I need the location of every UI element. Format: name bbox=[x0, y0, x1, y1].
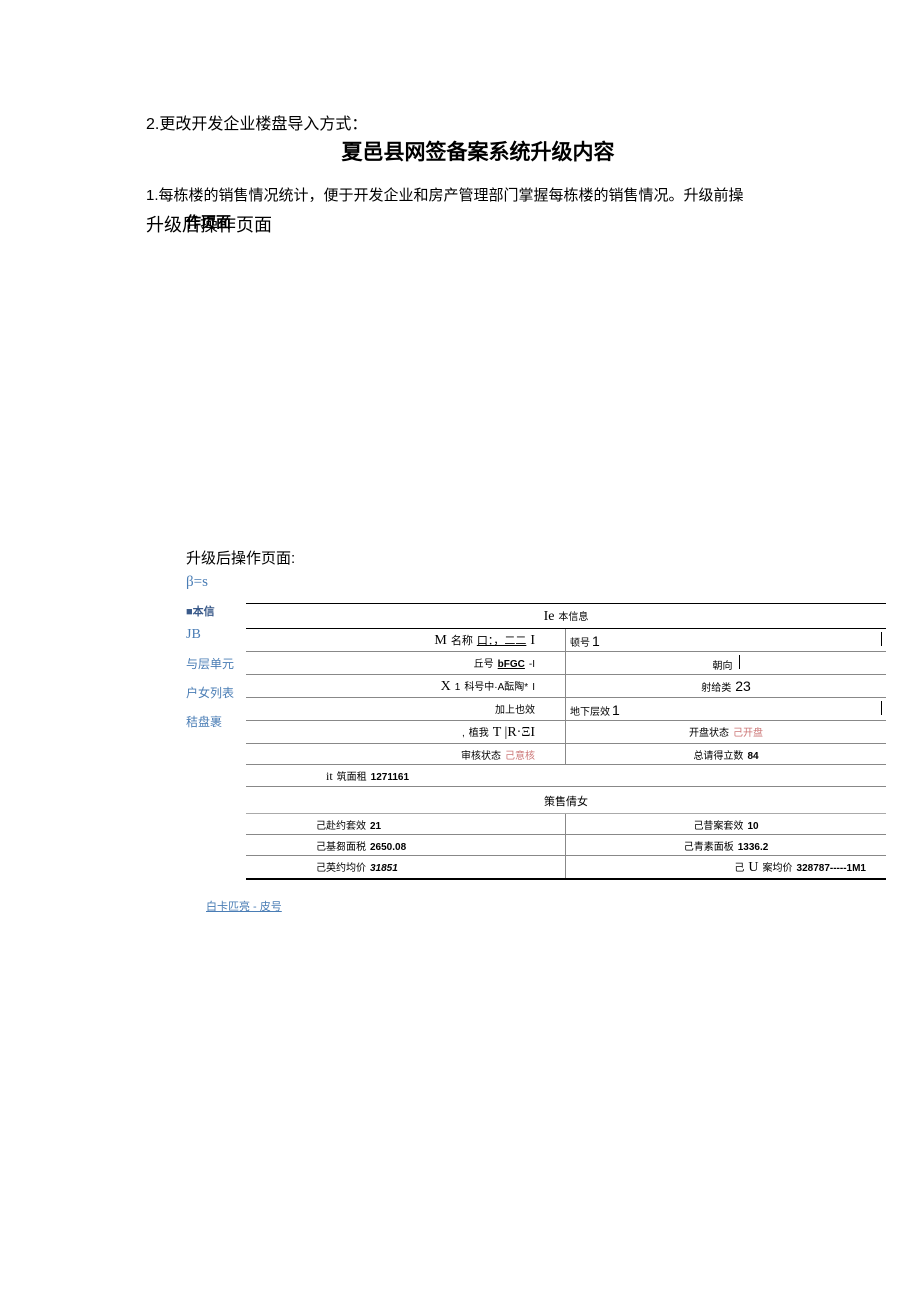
lbl: 丘号 bbox=[474, 655, 494, 670]
cell-building-area: it 筑面租 1271161 bbox=[246, 765, 566, 786]
cell-building-no: 顿号 1 bbox=[566, 629, 886, 651]
cell-empty bbox=[566, 765, 886, 786]
comma: , bbox=[462, 728, 465, 739]
beta-symbol: β=s bbox=[186, 574, 860, 591]
lbl: X bbox=[441, 679, 451, 695]
val: bFGC bbox=[498, 659, 525, 670]
rlbl: 地下层效 bbox=[570, 703, 610, 718]
grid-main: Ie 本信息 M 名称 口：，二二 I 顿号 1 bbox=[246, 603, 886, 880]
rlbl: 己昔案套效 bbox=[693, 817, 743, 832]
sidebar-item-basic[interactable]: ■本信 bbox=[186, 603, 246, 619]
rlbl: 总请得立数 bbox=[693, 747, 743, 762]
cell-filed-area: 己青素面板 1336.2 bbox=[566, 835, 886, 855]
cell-audit-status: 审核状态 己意核 bbox=[246, 744, 566, 764]
lbl: 筑面租 bbox=[337, 768, 367, 783]
paragraph-line-overlap: 升级后操作页面 作页面 bbox=[146, 211, 860, 237]
info-row: 审核状态 己意核 总请得立数 84 bbox=[246, 744, 886, 765]
sidebar-item-household-list[interactable]: 户女列表 bbox=[186, 684, 246, 701]
cell-filed-avg-price: 己 U 案均价 328787-----1M1 bbox=[566, 856, 886, 878]
header-ie: Ie bbox=[544, 609, 555, 624]
rval: 1 bbox=[592, 633, 600, 649]
document-title: 夏邑县网签备案系统升级内容 bbox=[96, 136, 860, 166]
cell-name: M 名称 口：，二二 I bbox=[246, 629, 566, 651]
lbl-suffix: 名称 bbox=[451, 632, 473, 648]
sub: 1 bbox=[455, 682, 461, 693]
cell-ke-no: X 1 科号中·A酝陶* I bbox=[246, 675, 566, 697]
after-upgrade-label: 升级后操作页面: bbox=[186, 547, 860, 568]
rval: 84 bbox=[747, 751, 758, 762]
rlbl-u: U bbox=[748, 860, 758, 876]
val: 己意核 bbox=[505, 747, 535, 762]
val: 2650.08 bbox=[370, 842, 406, 853]
val: 31851 bbox=[370, 863, 398, 874]
rval: 己开盘 bbox=[733, 724, 763, 739]
lbl: 审核状态 bbox=[461, 747, 501, 762]
lbl: 己英约均价 bbox=[316, 859, 366, 874]
rval: 328787-----1M1 bbox=[797, 863, 866, 874]
rlbl: 己青素面板 bbox=[684, 838, 734, 853]
cell-underground-floors: 地下层效 1 bbox=[566, 698, 886, 720]
info-row: M 名称 口：，二二 I 顿号 1 bbox=[246, 629, 886, 652]
info-row: 加上也效 地下层效 1 bbox=[246, 698, 886, 721]
val-underline: 口：，二二 bbox=[477, 632, 527, 648]
info-grid: ■本信 JB 与层单元 户女列表 秸盘裹 Ie 本信息 M 名称 口：，二二 I bbox=[186, 603, 886, 880]
info-row: it 筑面租 1271161 bbox=[246, 765, 886, 787]
paragraph-line-1: 1.每栋楼的销售情况统计，便于开发企业和房产管理部门掌握每栋楼的销售情况。升级前… bbox=[146, 184, 860, 205]
lbl: 己赴约套效 bbox=[316, 817, 366, 832]
rlbl: 朝向 bbox=[713, 657, 733, 672]
cell-qiu-no: 丘号 bFGC -I bbox=[246, 652, 566, 674]
divider-bar bbox=[881, 632, 882, 646]
lbl: 己基芻面税 bbox=[316, 838, 366, 853]
cell-signed-units: 己赴约套效 21 bbox=[246, 814, 566, 834]
sales-info-header: 策售倩女 bbox=[246, 789, 886, 814]
info-row: X 1 科号中·A酝陶* I 射给类 23 bbox=[246, 675, 886, 698]
sale-row: 己基芻面税 2650.08 己青素面板 1336.2 bbox=[246, 835, 886, 856]
val: 1271161 bbox=[371, 772, 409, 783]
info-row: , 植我 T |R·ΞI 开盘状态 己开盘 bbox=[246, 721, 886, 744]
cell-open-status: 开盘状态 己开盘 bbox=[566, 721, 886, 743]
sale-row: 己英约均价 31851 己 U 案均价 328787-----1M1 bbox=[246, 856, 886, 880]
rlbl: 顿号 bbox=[570, 634, 590, 649]
rlbl: 开盘状态 bbox=[689, 724, 729, 739]
sidebar-nav: ■本信 JB 与层单元 户女列表 秸盘裹 bbox=[186, 603, 246, 880]
lbl: 植我 bbox=[469, 724, 489, 739]
cell-orientation: 朝向 bbox=[566, 652, 886, 674]
heading-line-2: 2.更改开发企业楼盘导入方式： bbox=[146, 110, 860, 134]
serif-val: T |R·ΞI bbox=[493, 725, 535, 741]
rval: 1 bbox=[612, 702, 620, 718]
rval: 23 bbox=[735, 678, 751, 694]
sidebar-item-floor-unit[interactable]: 与层单元 bbox=[186, 655, 246, 672]
text: 科号中·A酝陶* bbox=[464, 678, 528, 693]
trail: I bbox=[530, 633, 535, 649]
lbl: 加上也效 bbox=[495, 701, 535, 716]
basic-info-header: Ie 本信息 bbox=[246, 603, 886, 629]
rlbl: 射给类 bbox=[701, 679, 731, 694]
trail: I bbox=[532, 682, 535, 693]
cell-structure-type: 射给类 23 bbox=[566, 675, 886, 697]
info-row: 丘号 bFGC -I 朝向 bbox=[246, 652, 886, 675]
rval: 10 bbox=[747, 821, 758, 832]
val: 21 bbox=[370, 821, 381, 832]
divider-bar bbox=[739, 655, 740, 669]
trail: -I bbox=[529, 659, 535, 670]
line4-overlay: 作页面 bbox=[186, 211, 231, 232]
footer-link[interactable]: 白卡匹亮 - 皮号 bbox=[206, 898, 860, 914]
rval: 1336.2 bbox=[738, 842, 769, 853]
rlbl-pre: 己 bbox=[734, 859, 744, 874]
rlbl-suf: 案均价 bbox=[763, 859, 793, 874]
cell-plant: , 植我 T |R·ΞI bbox=[246, 721, 566, 743]
sale-row: 己赴约套效 21 己昔案套效 10 bbox=[246, 814, 886, 835]
header-suffix: 本信息 bbox=[558, 612, 588, 623]
cell-signed-avg-price: 己英约均价 31851 bbox=[246, 856, 566, 878]
cell-total-count: 总请得立数 84 bbox=[566, 744, 886, 764]
cell-signed-area: 己基芻面税 2650.08 bbox=[246, 835, 566, 855]
sidebar-item-jb[interactable]: JB bbox=[186, 627, 246, 643]
divider-bar bbox=[881, 701, 882, 715]
sidebar-item-stock-table[interactable]: 秸盘裹 bbox=[186, 713, 246, 730]
cell-filed-units: 己昔案套效 10 bbox=[566, 814, 886, 834]
it: it bbox=[326, 769, 333, 784]
cell-above-floors: 加上也效 bbox=[246, 698, 566, 720]
lbl: M bbox=[434, 633, 446, 649]
